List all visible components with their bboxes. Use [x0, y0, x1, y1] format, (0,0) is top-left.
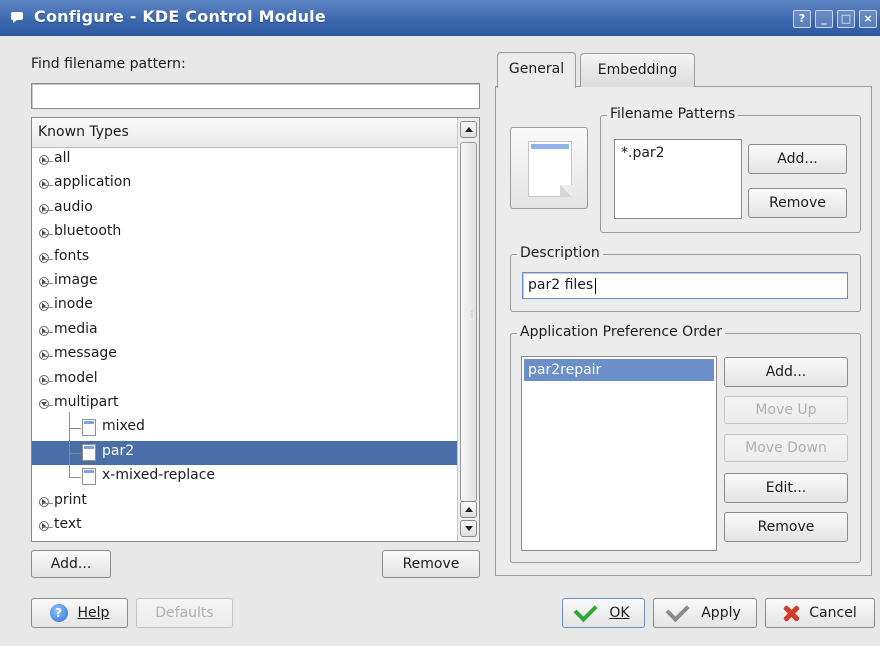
app-item[interactable]: par2repair — [524, 359, 714, 381]
description-title: Description — [517, 245, 603, 261]
remove-app-button[interactable]: Remove — [724, 512, 848, 542]
kde-app-icon — [11, 12, 23, 23]
mimetype-file-icon — [82, 419, 96, 437]
text-cursor — [595, 278, 596, 294]
known-types-tree[interactable]: Known Types all application audio bluetooth… — [31, 117, 480, 542]
close-button[interactable]: × — [859, 10, 877, 28]
tree-branch-line — [69, 477, 81, 479]
move-up-button[interactable]: Move Up — [724, 396, 848, 424]
apply-check-icon — [665, 598, 690, 623]
tree-item-label: par2 — [102, 442, 135, 459]
scroll-up-icon[interactable] — [460, 501, 477, 518]
remove-pattern-button[interactable]: Remove — [748, 188, 847, 218]
pattern-item[interactable]: *.par2 — [617, 142, 739, 164]
cancel-button[interactable]: Cancel — [765, 598, 875, 628]
tree-group-bluetooth[interactable]: bluetooth — [32, 221, 457, 245]
maximize-button[interactable]: □ — [837, 10, 855, 28]
tree-item-label: x-mixed-replace — [102, 467, 215, 484]
thumb-grip-icon: ⋮ — [468, 310, 476, 319]
tree-branch-line — [69, 452, 81, 454]
tree-group-label: bluetooth — [54, 223, 122, 240]
tab-general-label: General — [508, 61, 565, 77]
tree-group-fonts[interactable]: fonts — [32, 246, 457, 270]
window-titlebar[interactable]: Configure - KDE Control Module ? _ □ × — [0, 0, 880, 36]
context-help-button[interactable]: ? — [793, 10, 811, 28]
tree-group-text[interactable]: text — [32, 514, 457, 538]
kde-configure-window: Configure - KDE Control Module ? _ □ × F… — [0, 0, 880, 646]
tree-group-label: multipart — [54, 394, 119, 410]
tree-group-label: all — [54, 150, 71, 166]
defaults-button[interactable]: Defaults — [136, 598, 233, 628]
add-pattern-button[interactable]: Add... — [748, 144, 847, 174]
description-value: par2 files — [528, 277, 594, 293]
help-button[interactable]: ? Help — [31, 598, 128, 628]
minimize-button[interactable]: _ — [815, 10, 833, 28]
scrollbar-thumb[interactable]: ⋮ — [460, 142, 477, 502]
scroll-down-icon[interactable] — [460, 520, 477, 537]
tree-group-media[interactable]: media — [32, 319, 457, 343]
mimetype-icon-button[interactable] — [510, 127, 588, 209]
tree-header-label: Known Types — [38, 124, 129, 140]
mimetype-file-icon — [82, 468, 96, 486]
ok-check-icon — [573, 598, 598, 623]
apply-label: Apply — [701, 605, 741, 621]
tree-group-application[interactable]: application — [32, 172, 457, 196]
ok-button[interactable]: OK — [562, 598, 645, 628]
tree-group-message[interactable]: message — [32, 343, 457, 367]
dialog-button-bar: ? Help Defaults OK Apply Cancel — [0, 588, 880, 646]
tree-group-label: text — [54, 516, 82, 532]
tree-item-x-mixed-replace[interactable]: x-mixed-replace — [32, 465, 457, 489]
tree-group-image[interactable]: image — [32, 270, 457, 294]
add-type-button[interactable]: Add... — [31, 550, 111, 578]
tree-item-mixed[interactable]: mixed — [32, 416, 457, 440]
remove-type-button[interactable]: Remove — [382, 550, 480, 578]
tree-group-label: model — [54, 369, 98, 386]
find-pattern-input[interactable] — [31, 83, 480, 109]
tree-group-label: fonts — [54, 247, 90, 264]
description-input[interactable]: par2 files — [522, 272, 848, 299]
tab-embedding[interactable]: Embedding — [580, 53, 695, 87]
mimetype-file-icon — [82, 443, 96, 461]
tree-item-par2[interactable]: par2 — [32, 440, 457, 465]
tree-group-label: application — [54, 174, 132, 191]
help-label: Help — [77, 605, 110, 621]
app-preference-title: Application Preference Order — [517, 324, 725, 340]
tree-scrollbar[interactable]: ⋮ — [457, 118, 479, 541]
app-preference-list[interactable]: par2repair — [521, 356, 717, 551]
tree-group-label: image — [54, 272, 98, 288]
move-down-button[interactable]: Move Down — [724, 434, 848, 462]
tree-group-multipart[interactable]: multipart — [32, 392, 457, 416]
edit-app-button[interactable]: Edit... — [724, 473, 848, 503]
ok-label: OK — [609, 605, 630, 621]
tree-group-audio[interactable]: audio — [32, 197, 457, 221]
filename-patterns-list[interactable]: *.par2 — [614, 139, 742, 219]
tab-general[interactable]: General — [497, 52, 576, 88]
tree-group-label: inode — [54, 296, 93, 313]
scroll-up-top-icon[interactable] — [460, 121, 477, 138]
document-icon — [528, 141, 572, 197]
apply-button[interactable]: Apply — [653, 598, 757, 628]
find-pattern-label: Find filename pattern: — [31, 56, 186, 72]
tree-group-label: print — [54, 491, 87, 508]
help-icon: ? — [49, 604, 68, 622]
tree-group-label: message — [54, 345, 117, 362]
add-app-button[interactable]: Add... — [724, 357, 848, 387]
cancel-label: Cancel — [809, 605, 857, 621]
tree-group-all[interactable]: all — [32, 148, 457, 172]
filename-patterns-title: Filename Patterns — [607, 106, 739, 122]
tree-group-label: audio — [54, 198, 93, 215]
tree-group-model[interactable]: model — [32, 368, 457, 392]
tree-branch-line — [69, 428, 81, 430]
tree-group-inode[interactable]: inode — [32, 294, 457, 318]
window-title: Configure - KDE Control Module — [34, 7, 326, 26]
cancel-x-icon — [783, 605, 799, 621]
tab-embedding-label: Embedding — [597, 62, 678, 78]
tree-vertical-line — [69, 412, 70, 478]
tree-item-label: mixed — [102, 418, 145, 435]
tree-column-header[interactable]: Known Types — [32, 118, 457, 148]
tree-group-print[interactable]: print — [32, 490, 457, 514]
tree-group-label: media — [54, 320, 98, 337]
